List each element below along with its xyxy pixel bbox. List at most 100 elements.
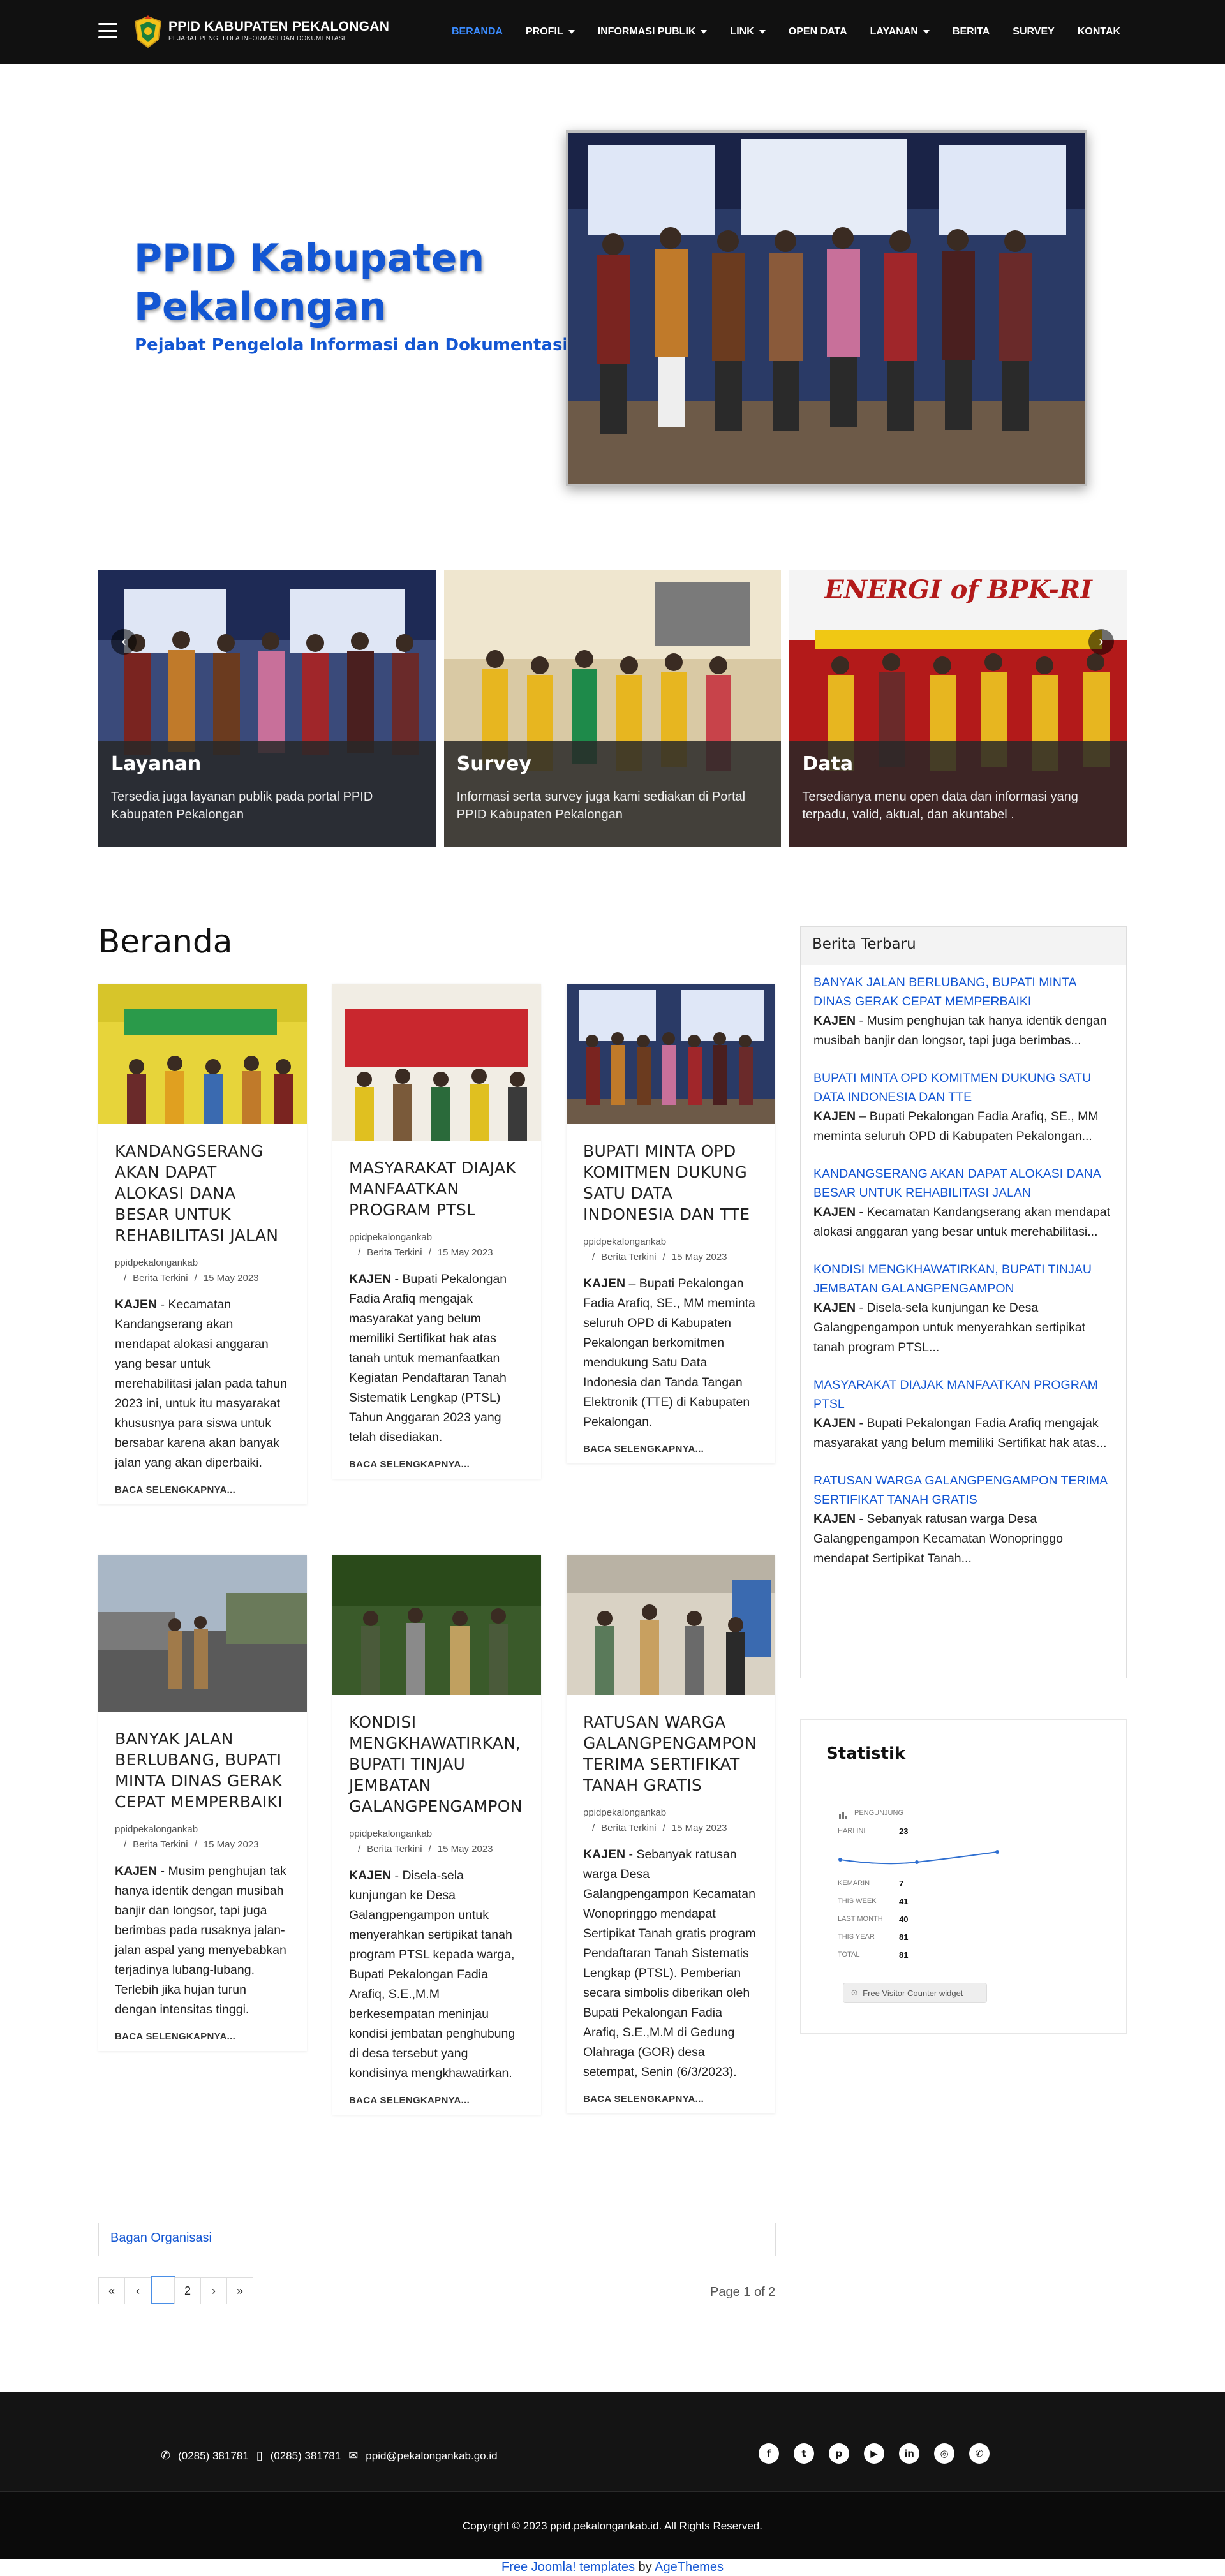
pagination-last[interactable]: » <box>226 2277 253 2304</box>
read-more-link[interactable]: BACA SELENGKAPNYA... <box>583 2094 759 2105</box>
news-link[interactable]: MASYARAKAT DIAJAK MANFAATKAN PROGRAM PTS… <box>813 1375 1113 1414</box>
carousel-card-layanan[interactable]: Layanan Tersedia juga layanan publik pad… <box>98 570 436 847</box>
news-excerpt: KAJEN - Sebanyak ratusan warga Desa Gala… <box>813 1509 1113 1569</box>
read-more-link[interactable]: BACA SELENGKAPNYA... <box>349 1459 524 1470</box>
footer-phone[interactable]: (0285) 381781 <box>178 2450 249 2462</box>
article-lead: KAJEN <box>115 1864 158 1878</box>
article-title[interactable]: BANYAK JALAN BERLUBANG, BUPATI MINTA DIN… <box>115 1728 290 1812</box>
nav-layanan[interactable]: LAYANAN <box>859 0 941 64</box>
article-title[interactable]: BUPATI MINTA OPD KOMITMEN DUKUNG SATU DA… <box>583 1141 759 1225</box>
news-link[interactable]: BUPATI MINTA OPD KOMITMEN DUKUNG SATU DA… <box>813 1069 1113 1107</box>
article-image[interactable] <box>98 984 307 1124</box>
latest-news-list: BANYAK JALAN BERLUBANG, BUPATI MINTA DIN… <box>801 965 1126 1569</box>
read-more-link[interactable]: BACA SELENGKAPNYA... <box>115 1484 290 1495</box>
article-title[interactable]: MASYARAKAT DIAJAK MANFAATKAN PROGRAM PTS… <box>349 1157 524 1220</box>
nav-beranda[interactable]: BERANDA <box>440 0 514 64</box>
article-excerpt: KAJEN - Disela-sela kunjungan ke Desa Ga… <box>349 1866 524 2084</box>
article-meta: / Berita Terkini/15 May 2023 <box>124 1273 259 1284</box>
article-category[interactable]: Berita Terkini <box>133 1839 188 1850</box>
article-title[interactable]: RATUSAN WARGA GALANGPENGAMPON TERIMA SER… <box>583 1712 759 1796</box>
article-date: 15 May 2023 <box>203 1839 259 1850</box>
pagination-first[interactable]: « <box>98 2277 125 2304</box>
article-author[interactable]: ppidpekalongankab <box>115 1824 290 1835</box>
whatsapp-icon[interactable]: ✆ <box>969 2443 990 2464</box>
article-author[interactable]: ppidpekalongankab <box>349 1828 524 1839</box>
article-category[interactable]: Berita Terkini <box>133 1273 188 1284</box>
nav-link[interactable]: LINK <box>718 0 776 64</box>
author-link[interactable]: AgeThemes <box>655 2560 724 2574</box>
pinterest-icon[interactable]: p <box>829 2443 849 2464</box>
article-title[interactable]: KANDANGSERANG AKAN DAPAT ALOKASI DANA BE… <box>115 1141 290 1246</box>
article-author[interactable]: ppidpekalongankab <box>349 1232 524 1243</box>
pagination-prev[interactable]: ‹ <box>124 2277 151 2304</box>
template-link[interactable]: Free Joomla! templates <box>501 2560 635 2574</box>
footer-email[interactable]: ppid@pekalongankab.go.id <box>366 2450 497 2462</box>
hero-subtitle: Pejabat Pengelola Informasi dan Dokument… <box>135 336 568 355</box>
youtube-icon[interactable]: ▶ <box>864 2443 884 2464</box>
article-category[interactable]: Berita Terkini <box>367 1247 422 1258</box>
linkedin-icon[interactable]: in <box>899 2443 919 2464</box>
footer: ✆ (0285) 381781 ▯ (0285) 381781 ✉ ppid@p… <box>0 2392 1225 2491</box>
read-more-link[interactable]: BACA SELENGKAPNYA... <box>349 2095 524 2106</box>
instagram-icon[interactable]: ◎ <box>934 2443 954 2464</box>
article-title[interactable]: KONDISI MENGKHAWATIRKAN, BUPATI TINJAU J… <box>349 1712 524 1817</box>
footer-mobile[interactable]: (0285) 381781 <box>271 2450 341 2462</box>
article-category[interactable]: Berita Terkini <box>367 1844 422 1854</box>
menu-burger-icon[interactable] <box>98 23 117 38</box>
article-image[interactable] <box>332 984 541 1141</box>
latest-news-widget: Berita Terbaru BANYAK JALAN BERLUBANG, B… <box>800 926 1127 1678</box>
nav-profil[interactable]: PROFIL <box>514 0 586 64</box>
article-lead: KAJEN <box>583 1847 626 1862</box>
svg-text:ENERGI of BPK-RI: ENERGI of BPK-RI <box>824 575 1094 605</box>
carousel-next-icon[interactable]: › <box>1088 629 1114 655</box>
article-body: RATUSAN WARGA GALANGPENGAMPON TERIMA SER… <box>567 1695 775 2113</box>
twitter-icon[interactable]: t <box>794 2443 814 2464</box>
article-author[interactable]: ppidpekalongankab <box>583 1236 759 1247</box>
news-link[interactable]: BANYAK JALAN BERLUBANG, BUPATI MINTA DIN… <box>813 973 1113 1011</box>
nav-open-data[interactable]: OPEN DATA <box>777 0 859 64</box>
pagination-page-2[interactable]: 2 <box>174 2277 201 2304</box>
carousel-card-data[interactable]: ENERGI of BPK-RI Data Tersedianya menu o… <box>789 570 1127 847</box>
mobile-icon: ▯ <box>256 2449 263 2462</box>
article-category[interactable]: Berita Terkini <box>601 1823 656 1833</box>
counter-value: 81 <box>899 1932 909 1942</box>
read-more-link[interactable]: BACA SELENGKAPNYA... <box>583 1444 759 1455</box>
carousel-card-survey[interactable]: Survey Informasi serta survey juga kami … <box>443 570 782 847</box>
nav-survey[interactable]: SURVEY <box>1001 0 1066 64</box>
hero-title: PPID Kabupaten Pekalongan <box>134 236 485 329</box>
pagination-next[interactable]: › <box>200 2277 227 2304</box>
news-link[interactable]: RATUSAN WARGA GALANGPENGAMPON TERIMA SER… <box>813 1471 1113 1509</box>
carousel-prev-icon[interactable]: ‹ <box>111 629 137 655</box>
nav-berita[interactable]: BERITA <box>941 0 1001 64</box>
brand[interactable]: PPID KABUPATEN PEKALONGAN PEJABAT PENGEL… <box>168 19 389 42</box>
nav-informasi-publik[interactable]: INFORMASI PUBLIK <box>586 0 719 64</box>
phone-icon: ✆ <box>161 2449 171 2462</box>
bar-chart-icon <box>839 1812 847 1819</box>
article-author[interactable]: ppidpekalongankab <box>115 1257 290 1268</box>
article-image[interactable] <box>332 1555 541 1695</box>
article-image[interactable] <box>98 1555 307 1712</box>
article-date: 15 May 2023 <box>437 1247 493 1258</box>
widget-title: Berita Terbaru <box>801 927 1126 965</box>
news-lead: KAJEN <box>813 1512 856 1526</box>
article-image[interactable] <box>567 1555 775 1695</box>
hero-photo <box>566 130 1087 486</box>
article-body: KONDISI MENGKHAWATIRKAN, BUPATI TINJAU J… <box>332 1695 541 2115</box>
read-more-link[interactable]: BACA SELENGKAPNYA... <box>115 2031 290 2042</box>
visitor-counter-widget-link[interactable]: ⏲ Free Visitor Counter widget <box>843 1983 987 2003</box>
article-excerpt: KAJEN - Musim penghujan tak hanya identi… <box>115 1862 290 2020</box>
pagination: « ‹ 2 › » <box>98 2276 253 2304</box>
carousel-caption: Data Tersedianya menu open data dan info… <box>789 741 1127 847</box>
article-category[interactable]: Berita Terkini <box>601 1252 656 1262</box>
bagan-organisasi-link[interactable]: Bagan Organisasi <box>98 2223 776 2256</box>
article-card: BANYAK JALAN BERLUBANG, BUPATI MINTA DIN… <box>98 1555 307 2051</box>
facebook-icon[interactable]: f <box>759 2443 779 2464</box>
pagination-current[interactable] <box>151 2276 175 2304</box>
news-link[interactable]: KONDISI MENGKHAWATIRKAN, BUPATI TINJAU J… <box>813 1260 1113 1298</box>
counter-label: THIS YEAR <box>838 1933 875 1941</box>
nav-kontak[interactable]: KONTAK <box>1066 0 1132 64</box>
article-author[interactable]: ppidpekalongankab <box>583 1807 759 1818</box>
logo-emblem-icon[interactable] <box>133 15 163 48</box>
news-link[interactable]: KANDANGSERANG AKAN DAPAT ALOKASI DANA BE… <box>813 1164 1113 1203</box>
article-image[interactable] <box>567 984 775 1124</box>
